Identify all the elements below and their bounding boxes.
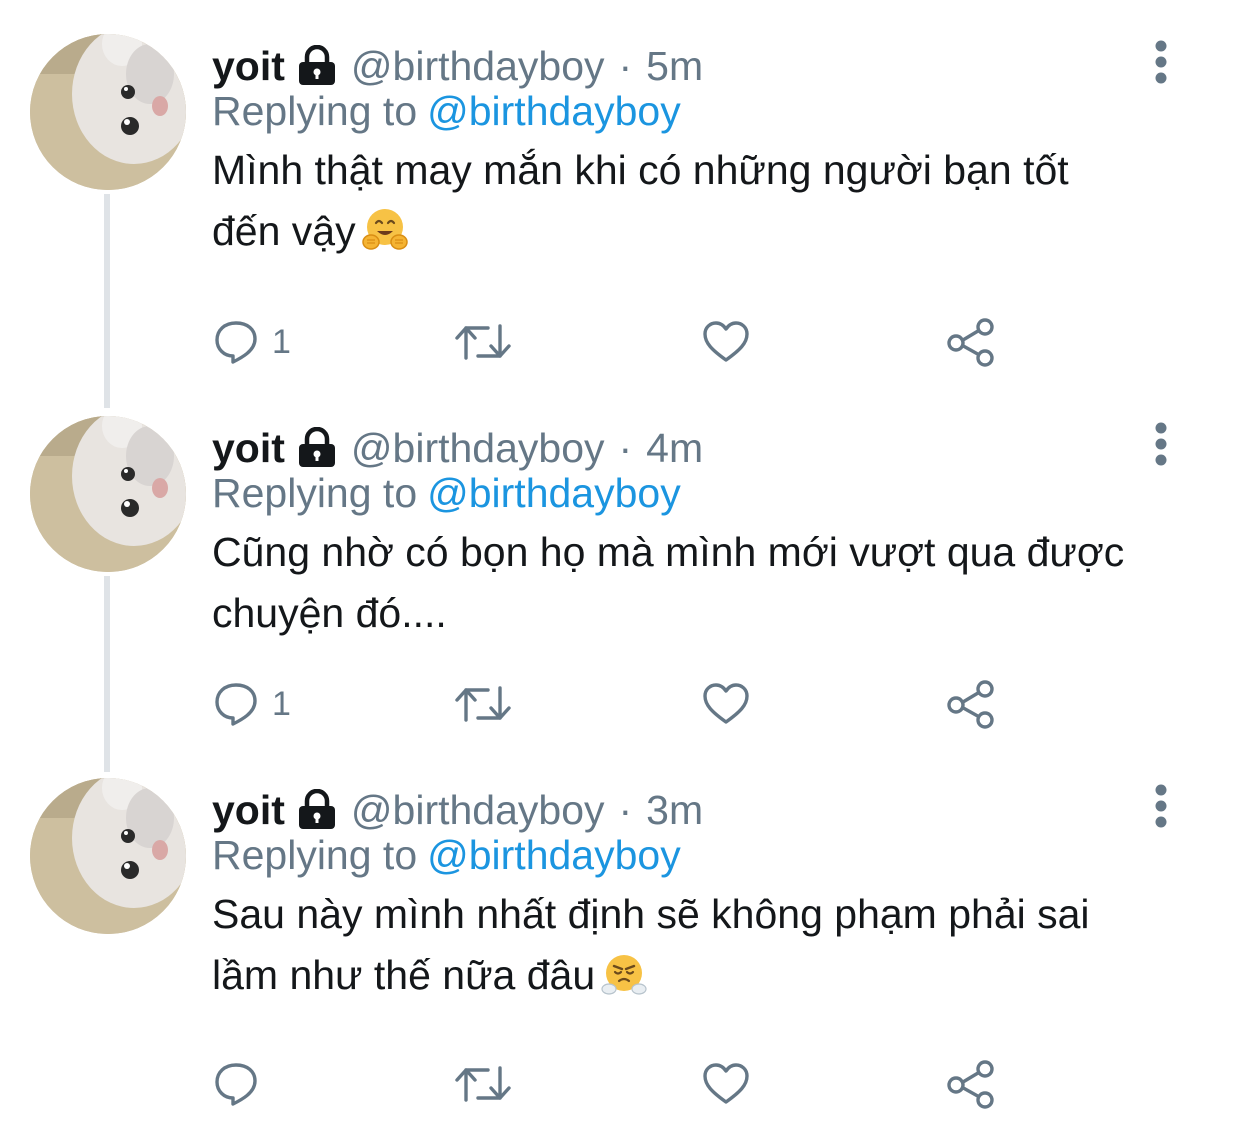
- replying-to: Replying to @birthdayboy: [212, 832, 681, 879]
- share-icon[interactable]: [946, 1059, 996, 1109]
- tweet[interactable]: yoit @birthdayboy · 3m Replying to @birth…: [0, 744, 1242, 1124]
- display-name[interactable]: yoit: [212, 43, 285, 90]
- tweet-actions: 1: [212, 676, 1012, 732]
- heart-icon[interactable]: [702, 1060, 750, 1108]
- reply-icon[interactable]: [212, 680, 260, 728]
- lock-icon: [298, 789, 335, 829]
- replying-mention-link[interactable]: @birthdayboy: [427, 88, 681, 134]
- tweet-text: Mình thật may mắn khi có những người bạn…: [212, 140, 1212, 262]
- hugging-face-emoji: [361, 209, 408, 250]
- tweet-text: Sau này mình nhất định sẽ không phạm phả…: [212, 884, 1212, 1006]
- retweet-action[interactable]: [454, 676, 512, 732]
- tweet-actions: [212, 1056, 1012, 1112]
- heart-icon[interactable]: [702, 680, 750, 728]
- replying-mention-link[interactable]: @birthdayboy: [427, 832, 681, 878]
- tweet-text-line: Mình thật may mắn khi có những người bạn…: [212, 147, 1069, 193]
- timestamp[interactable]: 3m: [646, 787, 703, 834]
- share-action[interactable]: [946, 314, 996, 370]
- tweet[interactable]: yoit @birthdayboy · 4m Replying to @birth…: [0, 382, 1242, 762]
- more-vertical-icon[interactable]: [1144, 38, 1178, 86]
- tweet-text-line: Cũng nhờ có bọn họ mà mình mới vượt qua …: [212, 529, 1125, 575]
- lock-icon: [298, 45, 335, 85]
- replying-prefix: Replying to: [212, 88, 418, 134]
- tweet[interactable]: yoit @birthdayboy · 5m Replying to @birth…: [0, 0, 1242, 380]
- retweet-icon[interactable]: [454, 318, 512, 366]
- display-name[interactable]: yoit: [212, 787, 285, 834]
- avatar[interactable]: [30, 778, 186, 934]
- share-icon[interactable]: [946, 679, 996, 729]
- more-vertical-icon[interactable]: [1144, 420, 1178, 468]
- display-name[interactable]: yoit: [212, 425, 285, 472]
- retweet-action[interactable]: [454, 314, 512, 370]
- retweet-icon[interactable]: [454, 1060, 512, 1108]
- like-action[interactable]: [702, 1056, 750, 1112]
- tweet-text-line: lầm như thế nữa đâu: [212, 952, 596, 998]
- avatar[interactable]: [30, 416, 186, 572]
- replying-prefix: Replying to: [212, 832, 418, 878]
- reply-icon[interactable]: [212, 318, 260, 366]
- reply-count: 1: [272, 684, 291, 723]
- reply-action[interactable]: 1: [212, 314, 291, 370]
- tweet-header: yoit @birthdayboy · 5m: [212, 38, 703, 94]
- face-with-steam-emoji: [601, 955, 647, 995]
- reply-action[interactable]: 1: [212, 676, 291, 732]
- replying-to: Replying to @birthdayboy: [212, 88, 681, 135]
- replying-to: Replying to @birthdayboy: [212, 470, 681, 517]
- avatar-cat-image: [30, 778, 186, 934]
- retweet-action[interactable]: [454, 1056, 512, 1112]
- tweet-text-line-wrap: lầm như thế nữa đâu: [212, 945, 1212, 1006]
- tweet-text-line-wrap: đến vậy: [212, 201, 1212, 262]
- reply-count: 1: [272, 322, 291, 361]
- timestamp[interactable]: 4m: [646, 425, 703, 472]
- tweet-text: Cũng nhờ có bọn họ mà mình mới vượt qua …: [212, 522, 1212, 644]
- share-action[interactable]: [946, 676, 996, 732]
- lock-icon: [298, 427, 335, 467]
- separator-dot: ·: [618, 424, 633, 471]
- user-handle[interactable]: @birthdayboy: [351, 43, 605, 90]
- user-handle[interactable]: @birthdayboy: [351, 425, 605, 472]
- like-action[interactable]: [702, 676, 750, 732]
- reply-action[interactable]: [212, 1056, 272, 1112]
- heart-icon[interactable]: [702, 318, 750, 366]
- tweet-actions: 1: [212, 314, 1012, 370]
- replying-mention-link[interactable]: @birthdayboy: [427, 470, 681, 516]
- separator-dot: ·: [618, 786, 633, 833]
- share-action[interactable]: [946, 1056, 996, 1112]
- reply-icon[interactable]: [212, 1060, 260, 1108]
- avatar-cat-image: [30, 34, 186, 190]
- tweet-header: yoit @birthdayboy · 4m: [212, 420, 703, 476]
- user-handle[interactable]: @birthdayboy: [351, 787, 605, 834]
- more-vertical-icon[interactable]: [1144, 782, 1178, 830]
- replying-prefix: Replying to: [212, 470, 418, 516]
- avatar[interactable]: [30, 34, 186, 190]
- tweet-text-line: Sau này mình nhất định sẽ không phạm phả…: [212, 891, 1090, 937]
- tweet-header: yoit @birthdayboy · 3m: [212, 782, 703, 838]
- tweet-text-line: đến vậy: [212, 208, 356, 254]
- separator-dot: ·: [618, 42, 633, 89]
- retweet-icon[interactable]: [454, 680, 512, 728]
- share-icon[interactable]: [946, 317, 996, 367]
- tweet-text-line: chuyện đó....: [212, 590, 447, 636]
- like-action[interactable]: [702, 314, 750, 370]
- timestamp[interactable]: 5m: [646, 43, 703, 90]
- avatar-cat-image: [30, 416, 186, 572]
